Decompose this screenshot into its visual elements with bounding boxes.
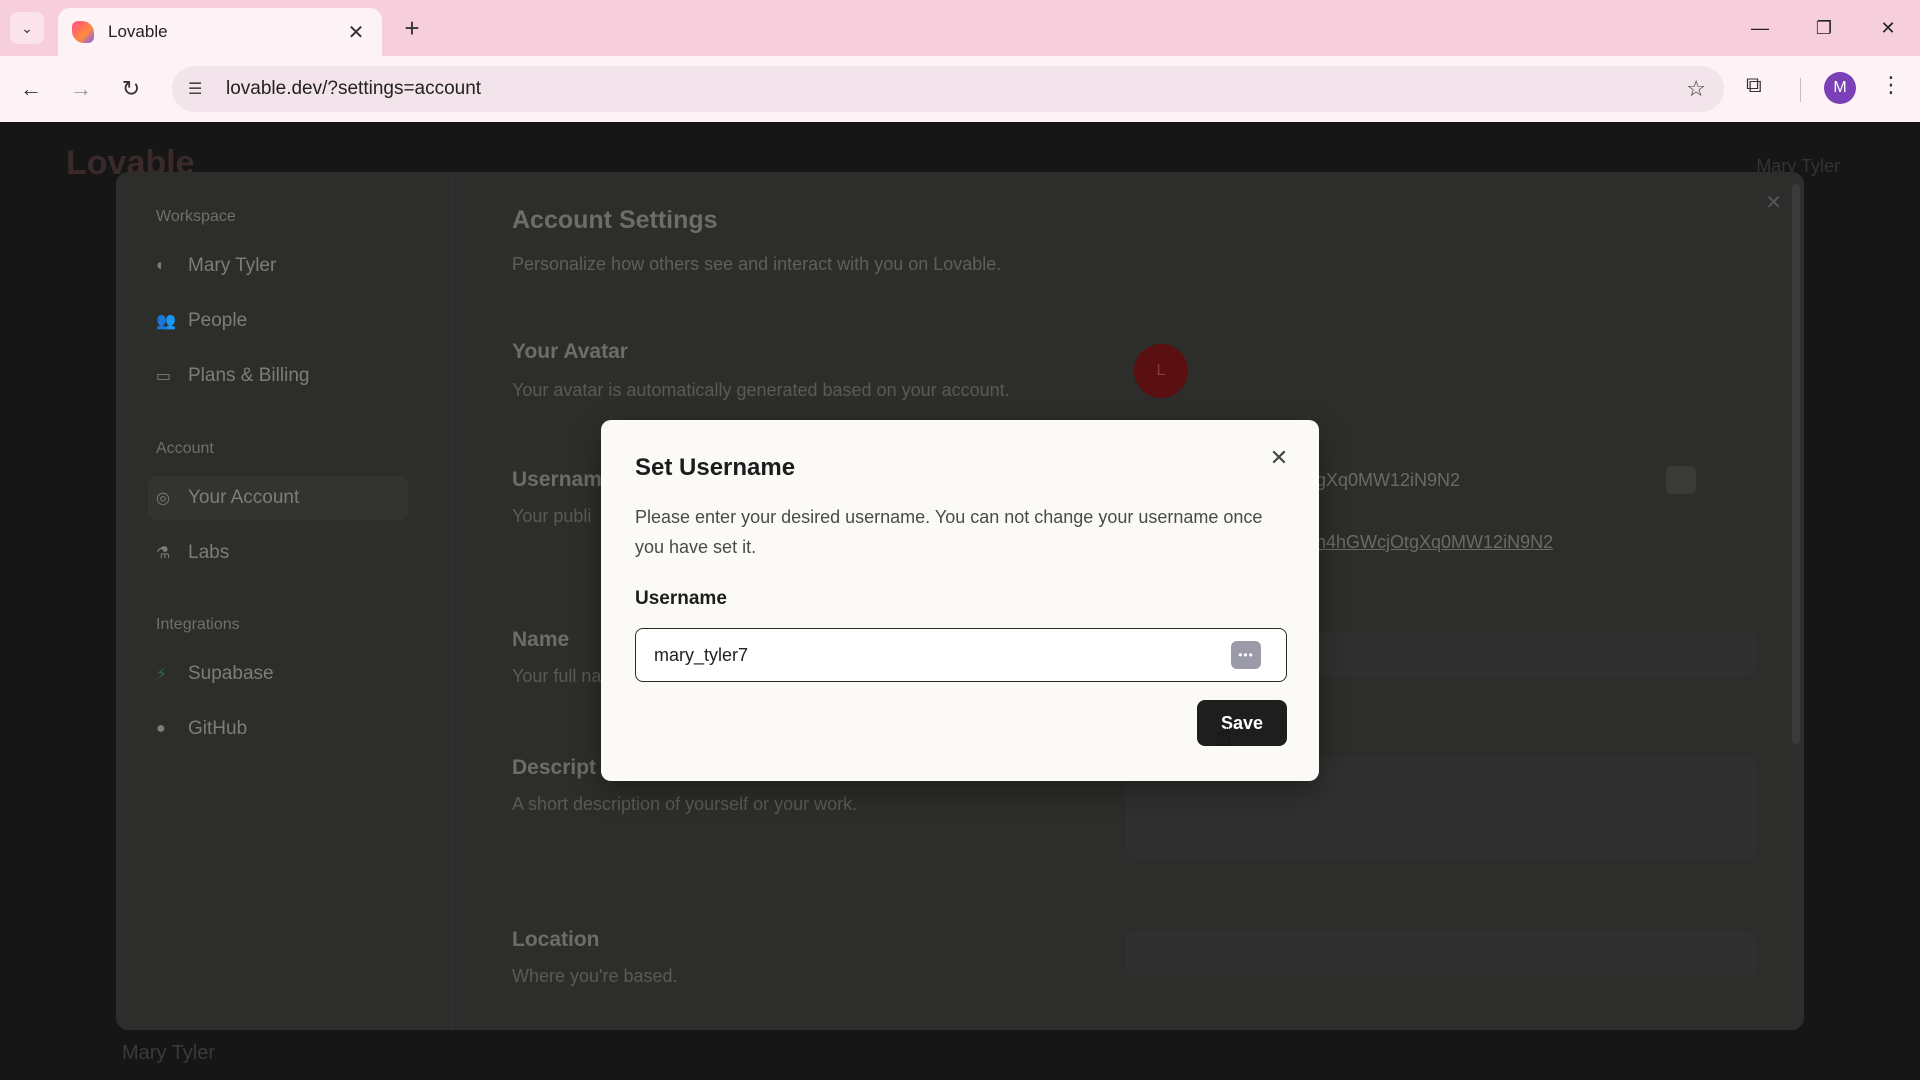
dialog-description: Please enter your desired username. You … — [635, 507, 1263, 557]
sidebar-item-labs[interactable]: ⚗ Labs — [156, 531, 416, 575]
tab-title: Lovable — [108, 22, 168, 41]
location-section-desc: Where you're based. — [512, 966, 678, 986]
sidebar-divider — [452, 172, 453, 1030]
profile-avatar[interactable]: M — [1824, 72, 1856, 104]
sidebar-item-label: Plans & Billing — [188, 365, 310, 386]
browser-tab-bar: ⌄ Lovable ✕ + — ❐ ✕ — [0, 0, 1920, 56]
workspace-icon: ◐ — [156, 257, 166, 274]
username-value: gXq0MW12iN9N2 — [1316, 470, 1461, 490]
avatar-section-desc: Your avatar is automatically generated b… — [512, 380, 1010, 400]
sidebar-item-label: Mary Tyler — [188, 255, 277, 276]
username-section-desc: Your publi — [512, 506, 592, 526]
sidebar-item-your-account[interactable]: ◎ Your Account — [148, 476, 408, 520]
name-section-title: Name — [512, 628, 570, 651]
description-section-desc: A short description of yourself or your … — [512, 794, 858, 814]
reload-icon[interactable]: ↻ — [112, 70, 150, 108]
minimize-icon[interactable]: — — [1740, 10, 1780, 46]
toolbar-divider — [1800, 78, 1801, 102]
tune-icon[interactable]: ☰ — [188, 79, 216, 99]
scrollbar[interactable] — [1792, 184, 1800, 744]
sidebar-item-label: Labs — [188, 542, 230, 563]
sidebar-item-github[interactable]: ● GitHub — [156, 707, 416, 751]
credit-card-icon: ▭ — [156, 368, 172, 385]
browser-tab[interactable]: Lovable ✕ — [58, 8, 382, 56]
github-icon: ● — [156, 720, 166, 737]
browser-toolbar: ← → ↻ ☰ lovable.dev/?settings=account ☆ … — [0, 56, 1920, 122]
lovable-favicon-icon — [72, 21, 94, 43]
sidebar-section-title: Workspace — [156, 208, 236, 225]
description-section-title: Descript — [512, 756, 597, 779]
puzzle-icon[interactable]: ⧉ — [1746, 72, 1762, 98]
save-button[interactable]: Save — [1197, 700, 1287, 746]
footer-user-name: Mary Tyler — [122, 1042, 215, 1064]
page-title: Account Settings — [512, 206, 718, 234]
password-manager-icon[interactable]: ••• — [1231, 641, 1261, 669]
sidebar-item-label: Your Account — [188, 487, 300, 508]
close-icon[interactable]: ✕ — [1765, 190, 1782, 215]
supabase-icon: ⚡ — [156, 666, 168, 683]
close-icon[interactable]: ✕ — [1265, 444, 1293, 472]
url-text: lovable.dev/?settings=account — [226, 78, 482, 99]
dialog-title: Set Username — [635, 454, 796, 481]
star-icon[interactable]: ☆ — [1686, 76, 1706, 102]
address-bar[interactable]: ☰ lovable.dev/?settings=account ☆ — [172, 66, 1724, 112]
sidebar-item-workspace[interactable]: ◐ Mary Tyler — [156, 244, 416, 288]
sidebar-section-title: Account — [156, 440, 214, 457]
chevron-down-icon[interactable]: ⌄ — [10, 12, 44, 44]
location-input[interactable] — [1126, 932, 1756, 976]
copy-icon[interactable] — [1666, 466, 1696, 494]
sidebar-item-label: People — [188, 310, 248, 331]
username-section-title: Usernam — [512, 468, 602, 491]
profile-link[interactable]: h4hGWcjOtgXq0MW12iN9N2 — [1316, 532, 1553, 553]
page-subtitle: Personalize how others see and interact … — [512, 254, 1002, 274]
plus-icon[interactable]: + — [396, 12, 428, 44]
sidebar-item-supabase[interactable]: ⚡ Supabase — [156, 652, 416, 696]
restore-icon[interactable]: ❐ — [1804, 10, 1844, 46]
sidebar-item-people[interactable]: 👥 People — [156, 299, 416, 343]
user-circle-icon: ◎ — [156, 490, 170, 507]
sidebar-item-label: GitHub — [188, 718, 248, 739]
sidebar-item-plans-billing[interactable]: ▭ Plans & Billing — [156, 354, 416, 398]
arrow-right-icon[interactable]: → — [62, 70, 100, 108]
username-label: Username — [635, 588, 727, 609]
set-username-dialog: Set Username ✕ Please enter your desired… — [601, 420, 1319, 781]
flask-icon: ⚗ — [156, 545, 171, 562]
close-icon[interactable]: ✕ — [344, 20, 368, 45]
hand-cursor-icon: ☝ — [1215, 721, 1233, 752]
name-section-desc: Your full na — [512, 666, 602, 686]
people-icon: 👥 — [156, 313, 176, 330]
arrow-left-icon[interactable]: ← — [12, 70, 50, 108]
kebab-icon[interactable]: ⋮ — [1880, 72, 1902, 98]
sidebar-section-title: Integrations — [156, 616, 240, 633]
location-section-title: Location — [512, 928, 600, 951]
avatar: L — [1134, 344, 1188, 398]
window-close-icon[interactable]: ✕ — [1868, 10, 1908, 46]
sidebar-item-label: Supabase — [188, 663, 274, 684]
username-input[interactable] — [635, 628, 1287, 682]
avatar-section-title: Your Avatar — [512, 340, 628, 363]
